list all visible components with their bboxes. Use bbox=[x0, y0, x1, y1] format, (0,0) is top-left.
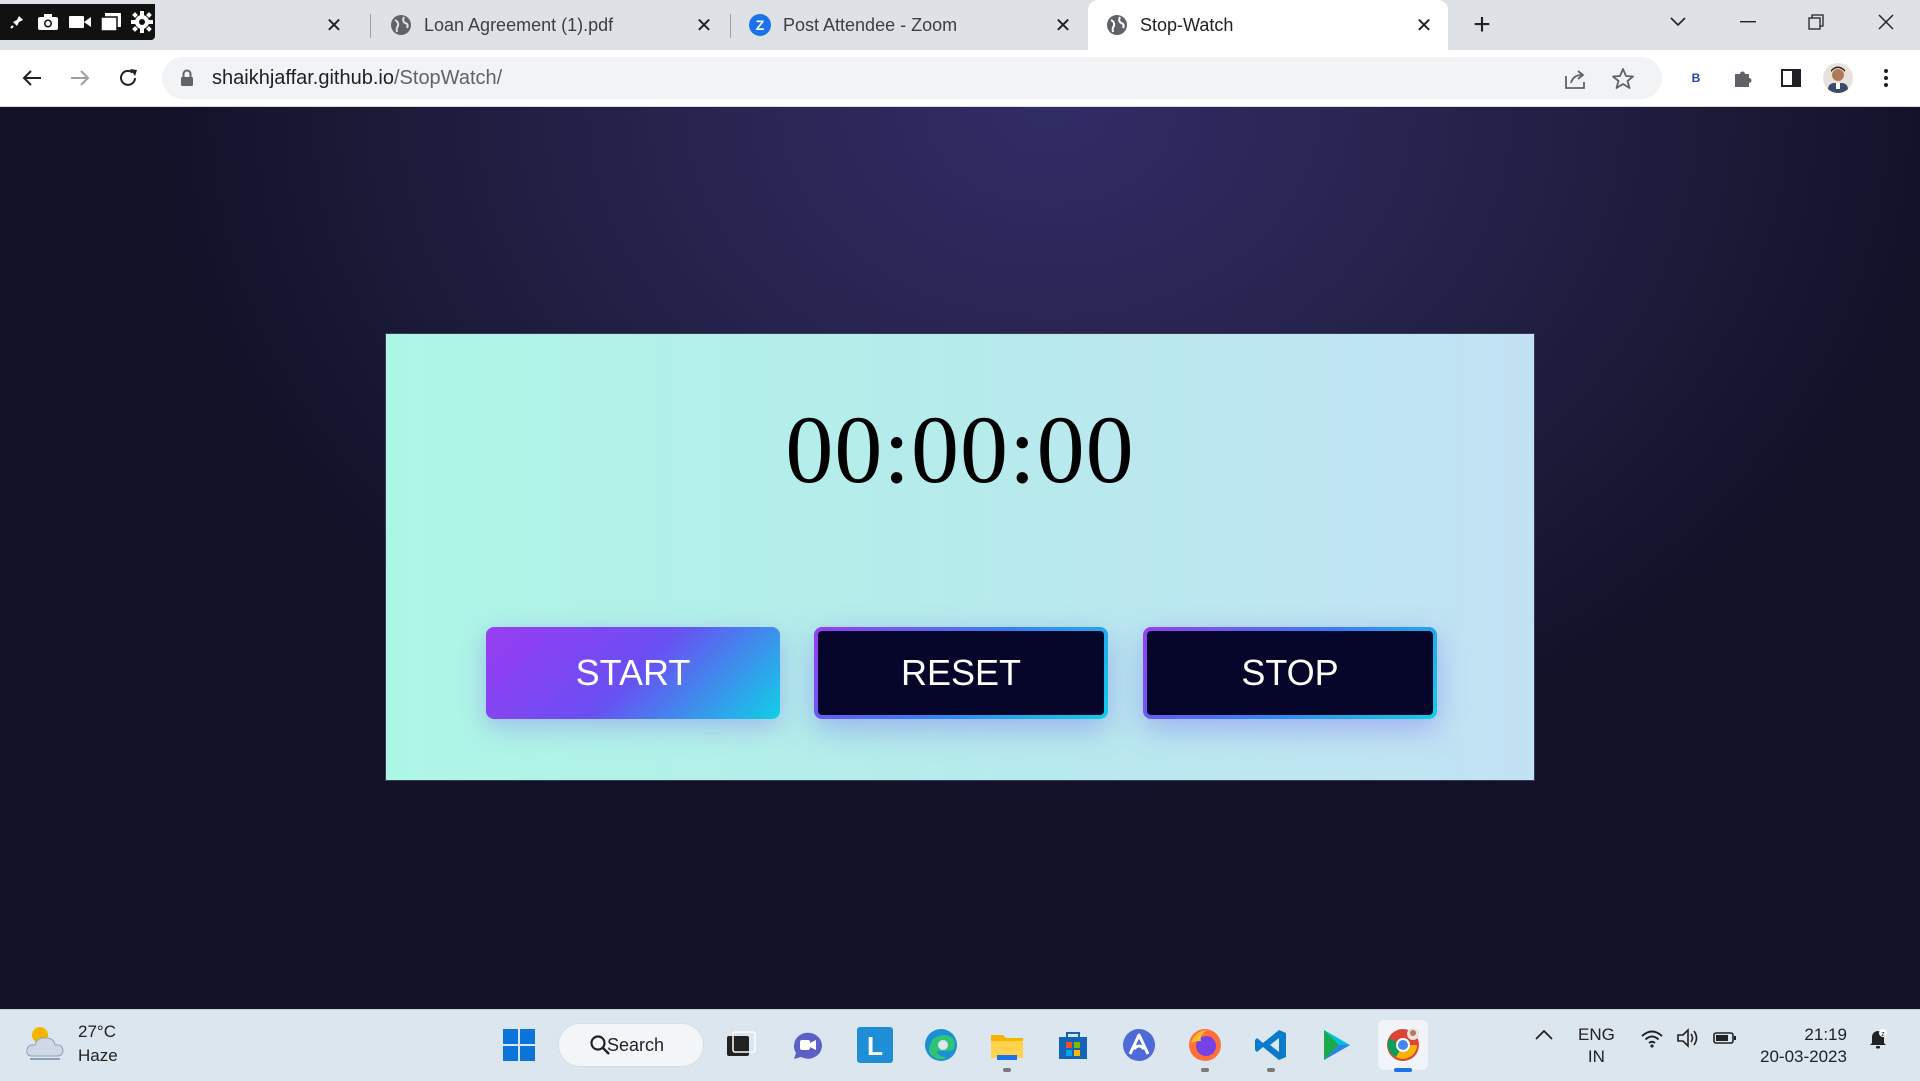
windows-taskbar: 27°C Haze Search L ENG IN 21:19 20-03-20… bbox=[0, 1009, 1920, 1081]
l-app-icon[interactable]: L bbox=[850, 1020, 900, 1070]
url-path: /StopWatch/ bbox=[393, 67, 503, 89]
new-tab-button[interactable]: + bbox=[1466, 8, 1498, 41]
page-viewport: 00:00:00 START RESET STOP bbox=[0, 107, 1920, 1009]
search-label: Search bbox=[607, 1034, 665, 1055]
tab-title: Stop-Watch bbox=[1140, 14, 1234, 35]
edge-browser-icon[interactable] bbox=[916, 1020, 966, 1070]
bookmark-star-icon[interactable] bbox=[1610, 66, 1636, 92]
search-icon bbox=[590, 1035, 610, 1055]
clock-time: 21:19 bbox=[1804, 1025, 1847, 1044]
tab-zoom[interactable]: Z Post Attendee - Zoom ✕ bbox=[731, 0, 1087, 50]
pin-icon[interactable] bbox=[4, 9, 29, 35]
globe-icon bbox=[1106, 14, 1128, 36]
tab-separator bbox=[370, 14, 371, 38]
back-button[interactable] bbox=[14, 60, 50, 96]
tab-title: Post Attendee - Zoom bbox=[783, 14, 958, 35]
windows-start-icon[interactable] bbox=[494, 1020, 544, 1070]
taskbar-search-box[interactable]: Search bbox=[558, 1023, 704, 1067]
stopwatch-card: 00:00:00 START RESET STOP bbox=[385, 333, 1535, 781]
extension-b-icon[interactable]: B bbox=[1680, 62, 1712, 94]
tab-stop-watch[interactable]: Stop-Watch ✕ bbox=[1088, 0, 1448, 50]
wifi-icon[interactable] bbox=[1640, 1028, 1664, 1053]
camera-icon[interactable] bbox=[35, 9, 60, 35]
share-icon[interactable] bbox=[1562, 66, 1588, 92]
profile-avatar[interactable] bbox=[1822, 62, 1854, 94]
weather-widget[interactable]: 27°C Haze bbox=[24, 1020, 118, 1068]
stop-button[interactable]: STOP bbox=[1143, 627, 1437, 719]
task-view-icon[interactable] bbox=[716, 1020, 766, 1070]
teams-chat-icon[interactable] bbox=[783, 1020, 833, 1070]
firefox-icon[interactable] bbox=[1180, 1020, 1230, 1072]
file-explorer-icon[interactable] bbox=[982, 1020, 1032, 1072]
forward-button[interactable] bbox=[62, 60, 98, 96]
video-icon[interactable] bbox=[67, 9, 92, 35]
browser-toolbar: shaikhjaffar.github.io/StopWatch/ B bbox=[0, 50, 1920, 107]
language-indicator[interactable]: ENG IN bbox=[1578, 1024, 1615, 1068]
screen-capture-toolbar bbox=[0, 4, 155, 40]
svg-text:Z: Z bbox=[756, 17, 765, 33]
running-indicator bbox=[1003, 1068, 1011, 1072]
language-code: ENG bbox=[1578, 1025, 1615, 1044]
weather-condition: Haze bbox=[78, 1046, 118, 1065]
side-panel-icon[interactable] bbox=[1775, 62, 1807, 94]
tab-close-icon[interactable]: ✕ bbox=[320, 11, 348, 39]
tab-close-icon[interactable]: ✕ bbox=[1049, 11, 1077, 39]
globe-icon bbox=[390, 14, 412, 36]
extensions-puzzle-icon[interactable] bbox=[1727, 62, 1759, 94]
chrome-taskbar-icon[interactable] bbox=[1378, 1020, 1428, 1072]
lock-icon[interactable] bbox=[180, 69, 194, 92]
close-window-button[interactable] bbox=[1858, 0, 1914, 44]
running-indicator bbox=[1267, 1068, 1275, 1072]
url-host: shaikhjaffar.github.io bbox=[212, 67, 394, 89]
reset-button[interactable]: RESET bbox=[814, 627, 1108, 719]
extension-badge: B bbox=[1691, 71, 1701, 85]
language-region: IN bbox=[1587, 1047, 1605, 1066]
microsoft-store-icon[interactable] bbox=[1048, 1020, 1098, 1070]
tab-title: Loan Agreement (1).pdf bbox=[424, 14, 614, 35]
tab-search-dropdown-icon[interactable] bbox=[1650, 0, 1706, 44]
restore-window-button[interactable] bbox=[1788, 0, 1844, 44]
minimize-window-button[interactable] bbox=[1720, 0, 1776, 44]
tab-close-icon[interactable]: ✕ bbox=[690, 11, 718, 39]
browser-tab-strip: ✕ Loan Agreement (1).pdf ✕ Z Post Attend… bbox=[0, 0, 1920, 50]
settings-icon[interactable] bbox=[130, 9, 155, 35]
url-text: shaikhjaffar.github.io/StopWatch/ bbox=[212, 67, 502, 90]
running-indicator bbox=[1201, 1068, 1209, 1072]
svg-text:L: L bbox=[867, 1031, 883, 1061]
tab-close-icon[interactable]: ✕ bbox=[1410, 11, 1438, 39]
chrome-menu-icon[interactable] bbox=[1870, 62, 1902, 94]
running-indicator bbox=[1394, 1068, 1412, 1072]
stopwatch-time-display: 00:00:00 bbox=[785, 396, 1135, 503]
tab-previous-close-area: ✕ bbox=[320, 0, 360, 50]
weather-temperature: 27°C bbox=[78, 1022, 116, 1041]
volume-icon[interactable] bbox=[1676, 1028, 1700, 1053]
svg-text:z: z bbox=[1881, 1031, 1885, 1038]
vscode-icon[interactable] bbox=[1246, 1020, 1296, 1072]
system-clock[interactable]: 21:19 20-03-2023 bbox=[1760, 1024, 1847, 1068]
battery-icon[interactable] bbox=[1712, 1028, 1738, 1053]
weather-haze-icon bbox=[24, 1022, 66, 1067]
address-bar[interactable]: shaikhjaffar.github.io/StopWatch/ bbox=[162, 57, 1662, 99]
notification-bell-icon[interactable]: z bbox=[1868, 1028, 1888, 1055]
tab-loan-agreement[interactable]: Loan Agreement (1).pdf ✕ bbox=[372, 0, 728, 50]
reload-button[interactable] bbox=[110, 60, 146, 96]
clock-date: 20-03-2023 bbox=[1760, 1047, 1847, 1066]
play-store-icon[interactable] bbox=[1312, 1020, 1362, 1070]
zoom-icon: Z bbox=[749, 14, 771, 36]
window-icon[interactable] bbox=[98, 9, 123, 35]
arc-app-icon[interactable] bbox=[1114, 1020, 1164, 1070]
show-hidden-icons-chevron-icon[interactable] bbox=[1534, 1028, 1554, 1047]
start-button[interactable]: START bbox=[486, 627, 780, 719]
